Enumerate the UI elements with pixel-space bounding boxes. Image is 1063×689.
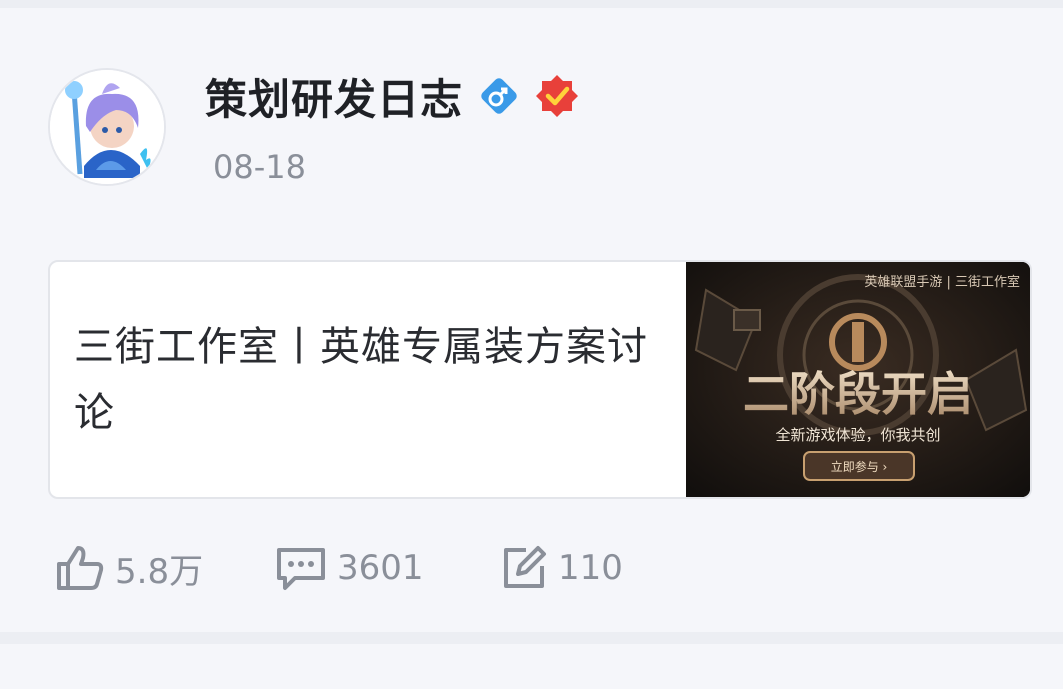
bottom-separator (0, 632, 1063, 644)
comment-button[interactable]: 3601 (275, 540, 424, 596)
like-button[interactable]: 5.8万 (55, 540, 203, 596)
thumbs-up-icon (57, 546, 104, 590)
share-count: 110 (558, 548, 623, 588)
thumbnail-headline: 二阶段开启 (743, 367, 973, 421)
male-badge-icon (481, 78, 517, 114)
top-separator (0, 0, 1063, 8)
like-count: 5.8万 (115, 551, 204, 592)
avatar-character-icon (50, 70, 164, 184)
action-bar: 5.8万 3601 110 (55, 540, 755, 596)
verified-badge-icon (536, 75, 579, 117)
thumbnail-brand-text: 英雄联盟手游 | 三街工作室 (864, 274, 1020, 290)
comment-count: 3601 (337, 548, 424, 588)
post-thumbnail: 英雄联盟手游 | 三街工作室 二阶段开启 全新游戏体验，你我共创 立即参与 › (686, 262, 1030, 497)
avatar[interactable] (48, 68, 166, 186)
thumbnail-subtitle: 全新游戏体验，你我共创 (775, 426, 940, 444)
author-name[interactable]: 策划研发日志 (205, 66, 463, 127)
post-date: 08-18 (213, 148, 306, 186)
thumbnail-button-text: 立即参与 › (831, 459, 888, 474)
share-button[interactable]: 110 (500, 540, 623, 596)
post-title: 三街工作室丨英雄专属装方案讨论 (74, 324, 648, 436)
comment-icon (277, 548, 325, 590)
edit-share-icon (504, 546, 546, 588)
post-card[interactable]: 三街工作室丨英雄专属装方案讨论 英雄联盟手游 | 三街工作室 二阶段开启 全新游… (48, 260, 1032, 499)
author-row: 策划研发日志 (205, 66, 579, 126)
